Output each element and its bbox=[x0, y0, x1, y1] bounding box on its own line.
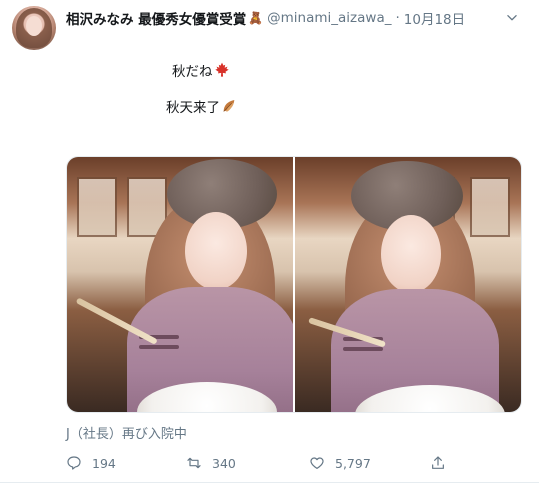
reply-count: 194 bbox=[92, 455, 116, 471]
user-handle[interactable]: @minami_aizawa_ bbox=[267, 10, 391, 26]
photo-1[interactable] bbox=[67, 157, 293, 412]
share-button[interactable] bbox=[430, 452, 446, 474]
photo-2[interactable] bbox=[295, 157, 521, 412]
chevron-down-svg bbox=[507, 15, 517, 21]
reply-button[interactable]: 194 bbox=[66, 452, 116, 474]
like-count: 5,797 bbox=[335, 455, 371, 471]
tweet-header: 相沢みなみ 最優秀女優賞受賞 🧸 @minami_aizawa_ · 10月18… bbox=[66, 8, 527, 28]
tweet-text-line-1: 秋だね bbox=[172, 60, 230, 82]
retweet-icon bbox=[187, 457, 201, 469]
like-button[interactable]: 5,797 bbox=[309, 452, 371, 474]
retweet-count: 340 bbox=[212, 455, 236, 471]
tweet-text-line-2: 秋天来了 bbox=[166, 96, 237, 118]
action-bar: 194 340 5,797 bbox=[66, 452, 506, 474]
tweet-card: 相沢みなみ 最優秀女優賞受賞 🧸 @minami_aizawa_ · 10月18… bbox=[0, 0, 539, 483]
avatar[interactable] bbox=[12, 6, 56, 50]
fallen-leaf-emoji bbox=[221, 98, 237, 118]
chevron-down-icon[interactable] bbox=[503, 8, 521, 28]
tweet-text-1: 秋だね bbox=[172, 64, 213, 80]
media-caption[interactable]: J（社長）再び入院中 bbox=[66, 423, 187, 442]
timestamp-link[interactable]: 10月18日 bbox=[404, 8, 465, 28]
header-separator: · bbox=[395, 10, 400, 26]
retweet-button[interactable]: 340 bbox=[186, 452, 236, 474]
avatar-face bbox=[26, 16, 42, 36]
teddy-bear-emoji: 🧸 bbox=[248, 11, 264, 25]
tweet-text-2: 秋天来了 bbox=[166, 100, 220, 116]
display-name[interactable]: 相沢みなみ 最優秀女優賞受賞 bbox=[66, 8, 246, 28]
media-grid bbox=[66, 156, 522, 413]
share-icon bbox=[432, 456, 444, 469]
like-icon bbox=[310, 457, 324, 469]
maple-leaf-emoji bbox=[214, 62, 230, 82]
reply-icon bbox=[67, 456, 81, 470]
